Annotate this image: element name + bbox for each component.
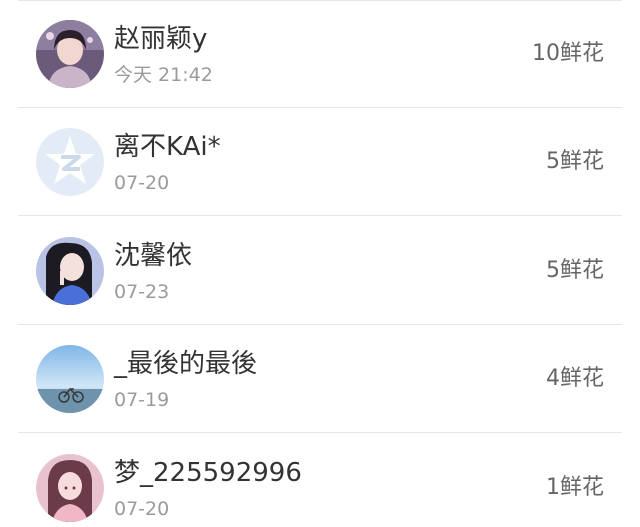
flower-count: 5鲜花 [546, 258, 604, 283]
list-item[interactable]: _最後的最後 07-19 4鲜花 [0, 325, 640, 433]
timestamp: 07-20 [114, 172, 170, 194]
list-item[interactable]: 离不KAi* 07-20 5鲜花 [0, 108, 640, 216]
portrait-girl-avatar-icon [36, 454, 104, 522]
timestamp: 07-20 [114, 498, 170, 520]
divider [18, 432, 622, 433]
timestamp: 今天 21:42 [114, 64, 213, 86]
divider [18, 215, 622, 216]
avatar[interactable] [36, 237, 104, 305]
list-item[interactable]: 沈馨依 07-23 5鲜花 [0, 217, 640, 325]
user-name: 沈馨依 [114, 241, 193, 271]
list-item[interactable]: 赵丽颖y 今天 21:42 10鲜花 [0, 0, 640, 108]
avatar[interactable] [36, 128, 104, 196]
user-name: 梦_225592996 [114, 458, 302, 488]
flower-count: 4鲜花 [546, 366, 604, 391]
flower-count: 5鲜花 [546, 149, 604, 174]
default-z-logo-avatar-icon [36, 128, 104, 196]
flower-count: 1鲜花 [546, 475, 604, 500]
user-name: 赵丽颖y [114, 24, 208, 54]
flower-ranking-list: 赵丽颖y 今天 21:42 10鲜花 离不KAi* 07-20 5鲜花 沈馨依 … [0, 0, 640, 527]
user-name: _最後的最後 [114, 349, 258, 379]
user-name: 离不KAi* [114, 132, 221, 162]
timestamp: 07-19 [114, 389, 170, 411]
sky-bicycle-avatar-icon [36, 345, 104, 413]
portrait-woman-avatar-icon [36, 237, 104, 305]
avatar[interactable] [36, 345, 104, 413]
avatar[interactable] [36, 454, 104, 522]
flower-count: 10鲜花 [532, 41, 604, 66]
portrait-woman-avatar-icon [36, 20, 104, 88]
avatar[interactable] [36, 20, 104, 88]
list-item[interactable]: 梦_225592996 07-20 1鲜花 [0, 434, 640, 527]
timestamp: 07-23 [114, 281, 170, 303]
